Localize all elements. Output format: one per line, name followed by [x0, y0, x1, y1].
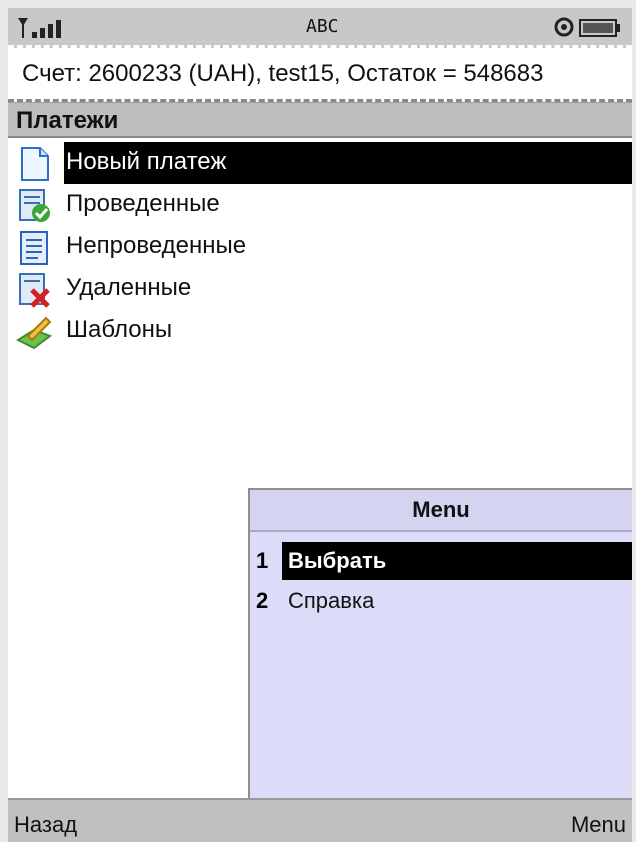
list-item-completed[interactable]: Проведенные [8, 184, 632, 226]
back-softkey[interactable]: Назад [14, 812, 77, 838]
list-item-label: Непроведенные [66, 232, 247, 259]
list-item-new-payment[interactable]: Новый платеж [8, 142, 632, 184]
pending-document-icon [20, 231, 48, 265]
screen-title-bar: Платежи [8, 102, 632, 138]
list-item-label: Удаленные [66, 274, 192, 301]
completed-document-icon [19, 189, 50, 222]
list-item-label: Новый платеж [66, 148, 227, 175]
list-item-label: Шаблоны [66, 316, 173, 343]
menu-item-number: 1 [256, 548, 269, 573]
page-title: Платежи [16, 107, 119, 134]
options-menu: Menu 1 Выбрать 2 Справка [248, 488, 632, 798]
menu-title: Menu [412, 497, 470, 522]
signal-strength-icon [18, 18, 61, 38]
menu-item-label: Выбрать [288, 548, 387, 573]
softkey-bar: Назад Menu [8, 798, 632, 842]
status-icons [554, 17, 620, 37]
list-item-label: Проведенные [66, 190, 220, 217]
menu-item-select[interactable]: 1 Выбрать [250, 540, 632, 580]
menu-softkey[interactable]: Menu [571, 812, 626, 838]
templates-icon [16, 316, 52, 350]
new-document-icon [21, 147, 49, 181]
phone-screen: ABC Счет: 2600233 (UAH), test15, Остаток… [8, 8, 632, 842]
account-ticker: Счет: 2600233 (UAH), test15, Остаток = 5… [8, 48, 632, 102]
list-item-templates[interactable]: Шаблоны [8, 310, 632, 352]
menu-item-label: Справка [288, 588, 375, 613]
list-item-deleted[interactable]: Удаленные [8, 268, 632, 310]
deleted-document-icon [19, 273, 50, 308]
menu-item-help[interactable]: 2 Справка [250, 580, 632, 620]
menu-header: Menu [250, 490, 632, 532]
input-mode-indicator: ABC [306, 16, 339, 37]
gear-icon [554, 17, 574, 37]
menu-item-number: 2 [256, 588, 269, 613]
battery-icon [579, 19, 620, 37]
list-item-pending[interactable]: Непроведенные [8, 226, 632, 268]
account-summary: Счет: 2600233 (UAH), test15, Остаток = 5… [22, 60, 544, 87]
status-bar: ABC [8, 8, 632, 48]
